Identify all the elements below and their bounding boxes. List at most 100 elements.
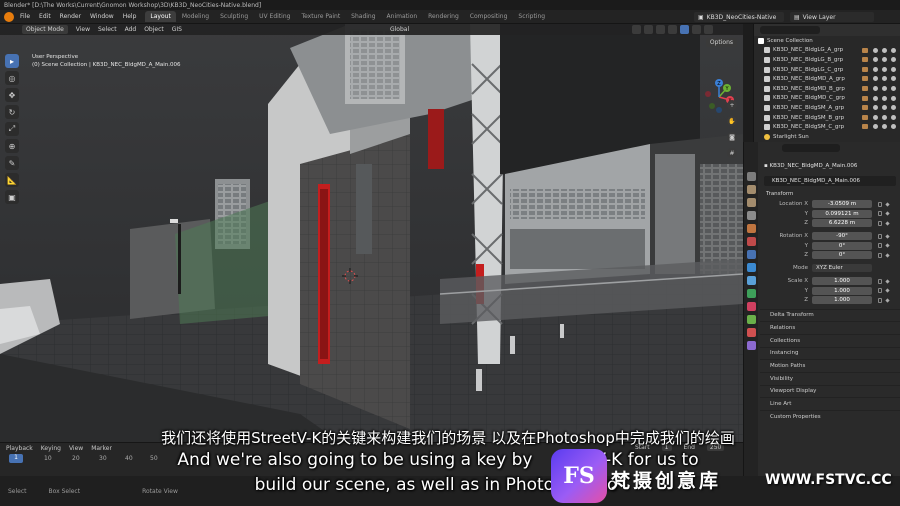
xray-toggle-icon[interactable] xyxy=(668,25,677,34)
outliner-scene-collection[interactable]: Scene Collection xyxy=(754,36,900,46)
material-props-icon[interactable] xyxy=(746,328,756,337)
keyframe-icon[interactable] xyxy=(885,243,890,248)
render-props-icon[interactable] xyxy=(746,185,756,194)
transform-section-header[interactable]: Transform xyxy=(760,189,900,199)
scene-selector[interactable]: ▣ KB3D_NeoCities-Native xyxy=(694,12,784,22)
perspective-grid-icon[interactable]: # xyxy=(727,148,737,158)
particles-props-icon[interactable] xyxy=(746,276,756,285)
outliner-item[interactable]: KB3D_NEC_BldgLG_A_grp xyxy=(754,46,900,56)
keyframe-icon[interactable] xyxy=(885,297,890,303)
viewport-menu-view[interactable]: View xyxy=(76,26,90,33)
scale-z-field[interactable]: 1.000 xyxy=(812,296,872,304)
options-button[interactable]: Options xyxy=(705,38,737,47)
pan-hand-icon[interactable]: ✋ xyxy=(727,116,737,126)
physics-props-icon[interactable] xyxy=(746,289,756,298)
camera-view-icon[interactable]: ◙ xyxy=(727,132,737,142)
keyframe-icon[interactable] xyxy=(885,278,890,284)
outliner-item[interactable]: KB3D_NEC_BldgSM_C_grp xyxy=(754,122,900,132)
outliner-item[interactable]: KB3D_NEC_BldgSM_A_grp xyxy=(754,103,900,113)
select-tool-icon[interactable]: ▸ xyxy=(5,54,19,68)
annotate-tool-icon[interactable]: ✎ xyxy=(5,156,19,170)
transform-tool-icon[interactable]: ⊕ xyxy=(5,139,19,153)
outliner-item[interactable]: KB3D_NEC_BldgSM_B_grp xyxy=(754,113,900,123)
visibility-toggles[interactable] xyxy=(873,95,896,101)
rendered-shading-icon[interactable] xyxy=(704,25,713,34)
viewport-menu-object[interactable]: Object xyxy=(144,26,164,33)
menu-edit[interactable]: Edit xyxy=(39,13,51,20)
outliner-item[interactable]: KB3D_NEC_BldgMD_A_grp xyxy=(754,74,900,84)
keyframe-icon[interactable] xyxy=(885,220,890,226)
solid-shading-icon[interactable] xyxy=(680,25,689,34)
cursor-tool-icon[interactable]: ◎ xyxy=(5,71,19,85)
lock-icon[interactable] xyxy=(878,278,882,284)
move-tool-icon[interactable]: ✥ xyxy=(5,88,19,102)
tab-modeling[interactable]: Modeling xyxy=(177,11,214,22)
menu-file[interactable]: File xyxy=(20,13,30,20)
location-y-field[interactable]: 0.099121 m xyxy=(812,209,872,218)
delta-transform-section[interactable]: Delta Transform xyxy=(760,308,900,322)
lock-icon[interactable] xyxy=(878,243,882,248)
keyframe-icon[interactable] xyxy=(885,233,890,239)
visibility-toggles[interactable] xyxy=(873,76,896,82)
tab-scripting[interactable]: Scripting xyxy=(513,11,550,22)
gizmo-toggle-icon[interactable] xyxy=(644,25,653,34)
outliner-item[interactable]: Starlight Sun xyxy=(754,132,900,142)
modifier-props-icon[interactable] xyxy=(746,263,756,272)
outliner-item[interactable]: KB3D_NEC_BldgMD_B_grp xyxy=(754,84,900,94)
visibility-icon[interactable] xyxy=(632,25,641,34)
object-mode-dropdown[interactable]: Object Mode xyxy=(22,25,68,34)
constraints-props-icon[interactable] xyxy=(746,302,756,311)
object-name-field[interactable]: KB3D_NEC_BldgMD_A_Main.006 xyxy=(764,176,896,186)
menu-render[interactable]: Render xyxy=(60,13,81,20)
viewport-display-section[interactable]: Viewport Display xyxy=(760,384,900,398)
scene-props-icon[interactable] xyxy=(746,224,756,233)
custom-properties-section[interactable]: Custom Properties xyxy=(760,410,900,423)
tab-compositing[interactable]: Compositing xyxy=(465,11,513,22)
tab-layout[interactable]: Layout xyxy=(145,11,176,22)
zoom-icon[interactable]: + xyxy=(727,100,737,110)
viewport-menu-add[interactable]: Add xyxy=(125,26,137,33)
texture-props-icon[interactable] xyxy=(746,341,756,350)
properties-search-input[interactable] xyxy=(782,144,840,152)
outliner-item[interactable]: KB3D_NEC_BldgLG_C_grp xyxy=(754,65,900,75)
outliner-search-input[interactable] xyxy=(760,26,820,34)
view-layer-selector[interactable]: ▤ View Layer xyxy=(790,12,874,22)
viewport-menu-gis[interactable]: GIS xyxy=(172,26,182,33)
add-cube-tool-icon[interactable]: ▣ xyxy=(5,190,19,204)
output-props-icon[interactable] xyxy=(746,198,756,207)
lock-icon[interactable] xyxy=(878,297,882,303)
keyframe-icon[interactable] xyxy=(885,211,890,216)
scale-tool-icon[interactable]: ⤢ xyxy=(5,122,19,136)
lock-icon[interactable] xyxy=(878,233,882,239)
lock-icon[interactable] xyxy=(878,252,882,258)
data-props-icon[interactable] xyxy=(746,315,756,324)
menu-window[interactable]: Window xyxy=(90,13,114,20)
tab-rendering[interactable]: Rendering xyxy=(423,11,464,22)
lock-icon[interactable] xyxy=(878,220,882,226)
tab-uv-editing[interactable]: UV Editing xyxy=(254,11,295,22)
rotation-x-field[interactable]: -90° xyxy=(812,232,872,240)
visibility-toggles[interactable] xyxy=(873,57,896,63)
3d-viewport[interactable]: Object Mode View Select Add Object GIS G… xyxy=(0,24,743,442)
tab-texture-paint[interactable]: Texture Paint xyxy=(296,11,345,22)
scale-y-field[interactable]: 1.000 xyxy=(812,286,872,295)
rotation-y-field[interactable]: 0° xyxy=(812,241,872,250)
scale-x-field[interactable]: 1.000 xyxy=(812,277,872,285)
blender-logo-icon[interactable] xyxy=(4,11,14,22)
visibility-toggles[interactable] xyxy=(873,114,896,120)
visibility-toggles[interactable] xyxy=(873,47,896,53)
location-z-field[interactable]: 6.6228 m xyxy=(812,219,872,227)
lock-icon[interactable] xyxy=(878,211,882,216)
orientation-dropdown[interactable]: Global xyxy=(390,26,409,33)
tool-props-icon[interactable] xyxy=(746,172,756,181)
measure-tool-icon[interactable]: 📐 xyxy=(5,173,19,187)
tab-animation[interactable]: Animation xyxy=(382,11,423,22)
line-art-section[interactable]: Line Art xyxy=(760,397,900,410)
visibility-toggles[interactable] xyxy=(873,124,896,130)
viewport-menu-select[interactable]: Select xyxy=(98,26,117,33)
tab-sculpting[interactable]: Sculpting xyxy=(215,11,253,22)
relations-section[interactable]: Relations xyxy=(760,321,900,334)
visibility-toggles[interactable] xyxy=(873,105,896,111)
keyframe-icon[interactable] xyxy=(885,252,890,258)
world-props-icon[interactable] xyxy=(746,237,756,246)
